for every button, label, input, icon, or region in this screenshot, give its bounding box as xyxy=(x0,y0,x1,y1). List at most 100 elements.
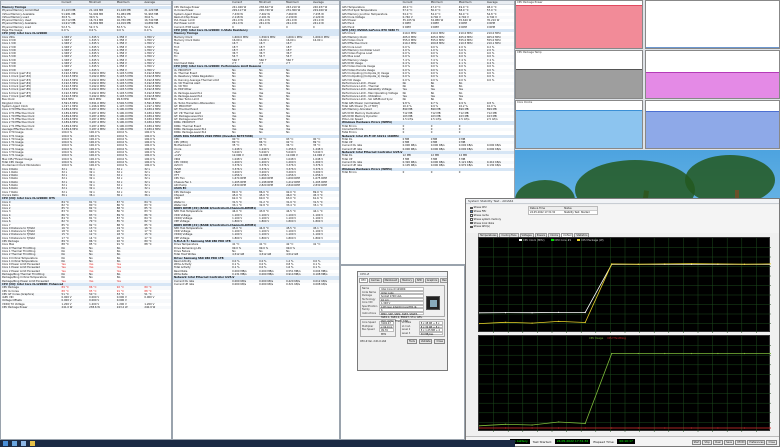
header-maximum[interactable]: Maximum xyxy=(116,1,144,4)
stress-options-list: Stress CPU Stress FPU Stress cache Stress s… xyxy=(470,206,525,229)
cpuz-close-button[interactable]: Close xyxy=(434,339,445,344)
sensor-value: 243.2 W xyxy=(116,306,128,310)
file-explorer-icon[interactable] xyxy=(30,441,35,446)
sensor-name: Total Errors xyxy=(342,170,357,174)
data-point xyxy=(504,427,507,429)
stability-buttons: Start Stop Clear Save CPUID Preferences Close xyxy=(691,440,777,445)
sensor-name: CPU Package Power xyxy=(2,306,28,310)
data-point xyxy=(584,427,586,429)
cpuz-tab[interactable]: CPU xyxy=(359,278,368,283)
graph-label: CPU Package Power xyxy=(517,1,543,4)
stability-test-window[interactable]: System Stability Test - AIDA64 Stress CP… xyxy=(465,198,780,447)
header-average[interactable]: Average xyxy=(312,1,339,4)
header-current[interactable]: Current xyxy=(61,1,89,4)
sensor-list-col1[interactable]: Memory Timings Physical Memory Committed 2… xyxy=(1,6,171,310)
search-icon[interactable] xyxy=(12,441,17,446)
header-minimum[interactable]: Minimum xyxy=(258,1,285,4)
sensor-value: 0 xyxy=(402,170,405,174)
cpuz-field-value: 30 MBytes xyxy=(418,331,443,336)
hwinfo-sensors-window: Current Minimum Maximum Average Memory T… xyxy=(0,0,172,440)
sensor-value: 238.6 W xyxy=(89,306,100,310)
stability-button[interactable]: Preferences xyxy=(747,440,766,445)
sensor-graph-tile[interactable] xyxy=(645,0,780,49)
stability-button[interactable]: Save xyxy=(724,440,734,445)
sensor-list-col2[interactable]: CPU Package Power 241.046 W 238.627 W 243.2… xyxy=(173,6,339,286)
checkbox-unchecked-icon[interactable] xyxy=(470,214,473,217)
top-graph-legend: CPU Clock (MHz) CPU Core #1 CPU Package (W… xyxy=(519,239,604,242)
stress-option-label: Stress local disks xyxy=(473,221,495,225)
cpuz-field-value: 99.76 MHz xyxy=(379,328,394,336)
cpuz-tabs: CPUCachesMainboardMemorySPDGraphicsBench… xyxy=(358,277,447,284)
header-minimum[interactable]: Minimum xyxy=(88,1,116,4)
data-point xyxy=(558,320,560,322)
cpuz-field-label: Bus Speed xyxy=(362,328,375,331)
stress-option[interactable]: Stress GPU(s) xyxy=(470,225,525,229)
sensor-list-col3[interactable]: GPU Temperature 48.0 °C 47.0 °C 49.0 °C 48.0… xyxy=(341,6,514,174)
data-point xyxy=(558,427,560,429)
header-maximum[interactable]: Maximum xyxy=(285,1,312,4)
graph-fill-area xyxy=(646,47,779,48)
stability-button[interactable]: Close xyxy=(766,440,777,445)
cpuz-window[interactable]: CPU-Z CPU Caches Mainboard Memory SPD Graphic… xyxy=(357,271,448,371)
cpuz-tab[interactable]: Bench xyxy=(440,278,447,283)
checkbox-unchecked-icon[interactable] xyxy=(470,217,473,221)
status-text: Stability Test: Started xyxy=(564,211,590,214)
cpuz-processor-box: Name Intel Core i9 12900K Code Name Alder L… xyxy=(360,285,445,323)
stability-button[interactable]: CPUID xyxy=(735,440,747,445)
data-point xyxy=(717,352,719,355)
checkbox-checked-icon[interactable] xyxy=(470,206,473,210)
legend-entry: CPU Core #1 xyxy=(550,239,571,242)
cpuz-tab[interactable]: Mainboard xyxy=(382,278,400,283)
stress-option-label: Stress GPU(s) xyxy=(473,225,490,229)
sensor-value: 0 xyxy=(458,170,461,174)
sensor-graph-tile[interactable]: CPU Package Power xyxy=(515,0,643,49)
sensor-graph-tile[interactable] xyxy=(645,100,780,149)
stress-option-label: Stress system memory xyxy=(473,217,502,221)
data-point xyxy=(504,312,507,314)
cpuz-tab[interactable]: SPD xyxy=(414,278,424,283)
checkbox-unchecked-icon[interactable] xyxy=(470,221,473,225)
cpuz-tab[interactable]: Caches xyxy=(368,278,382,283)
header-current[interactable]: Current xyxy=(402,1,430,4)
col1-header: Current Minimum Maximum Average xyxy=(1,1,171,5)
header-current[interactable]: Current xyxy=(231,1,258,4)
stability-button[interactable]: Stop xyxy=(702,440,712,445)
stability-titlebar[interactable]: System Stability Test - AIDA64 xyxy=(466,199,779,204)
graph-fill-area xyxy=(516,110,642,148)
header-average[interactable]: Average xyxy=(143,1,171,4)
stress-option-label: Stress CPU xyxy=(473,206,487,210)
graph-fill-area xyxy=(646,72,779,98)
data-point xyxy=(637,427,639,429)
data-point xyxy=(584,422,586,425)
task-view-icon[interactable] xyxy=(21,441,26,446)
checkbox-checked-icon[interactable] xyxy=(470,210,473,213)
header-maximum[interactable]: Maximum xyxy=(458,1,486,4)
start-icon[interactable] xyxy=(3,441,8,446)
checkbox-unchecked-icon[interactable] xyxy=(470,225,473,229)
sensor-graph-tile[interactable]: Core Clocks xyxy=(515,100,643,149)
taskbar xyxy=(0,440,515,447)
cpuz-tools-button[interactable]: Tools xyxy=(406,339,417,344)
sensor-row[interactable]: CPU Package Power 241.0 W 238.6 W 243.2 W 24… xyxy=(1,306,171,310)
header-average[interactable]: Average xyxy=(486,1,514,4)
cpuz-validate-button[interactable]: Validate xyxy=(418,339,433,344)
cpuz-field: Level 3 30 MBytes xyxy=(402,331,443,336)
sensor-graph-tile[interactable] xyxy=(645,50,780,99)
data-point xyxy=(531,322,533,324)
data-point xyxy=(584,311,586,314)
sensor-graph-tile[interactable]: CPU Package Temp xyxy=(515,50,643,99)
graph-label: Core Clocks xyxy=(517,101,533,104)
sensor-row[interactable]: Current UP rate 0.000 KB/s 0.000 KB/s 0.321… xyxy=(173,283,339,286)
sensor-value: 0.000 KB/s xyxy=(232,282,247,286)
sensor-row[interactable]: Total Errors 0 0 0 xyxy=(341,171,514,174)
data-point xyxy=(690,263,692,265)
cpuz-tab[interactable]: Graphics xyxy=(424,278,440,283)
data-point xyxy=(770,352,772,355)
test-started-label: Test Started: xyxy=(532,439,552,444)
stability-button[interactable]: Start xyxy=(691,440,702,445)
header-minimum[interactable]: Minimum xyxy=(430,1,458,4)
sensor-value: 240.9 W xyxy=(144,306,156,310)
data-point xyxy=(664,427,666,429)
stability-button[interactable]: Clear xyxy=(712,440,724,445)
cpuz-tab[interactable]: Memory xyxy=(400,278,414,283)
